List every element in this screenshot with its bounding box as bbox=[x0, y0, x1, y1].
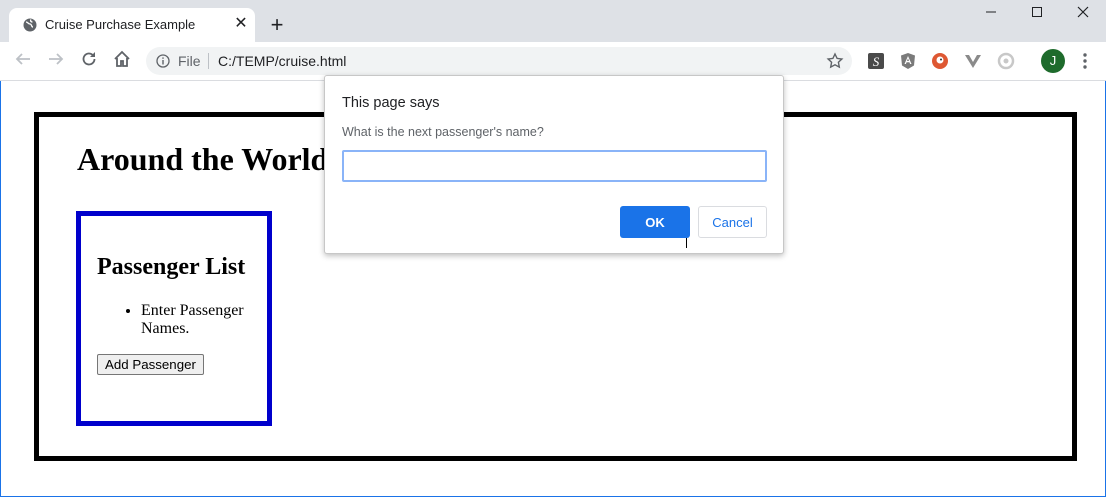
url-text[interactable]: C:/TEMP/cruise.html bbox=[218, 53, 346, 69]
angular-extension-icon[interactable] bbox=[899, 52, 917, 70]
passenger-list: Enter Passenger Names. bbox=[101, 302, 291, 338]
kebab-menu-icon[interactable] bbox=[1078, 52, 1092, 70]
tab-title: Cruise Purchase Example bbox=[45, 17, 196, 32]
extension-s-icon[interactable]: S bbox=[867, 52, 885, 70]
minimize-icon[interactable] bbox=[968, 6, 1014, 24]
info-icon[interactable] bbox=[156, 54, 170, 68]
passenger-name-input[interactable] bbox=[342, 150, 767, 182]
svg-text:S: S bbox=[873, 54, 880, 69]
list-item: Enter Passenger Names. bbox=[141, 302, 291, 338]
page-title: Around the World bbox=[77, 141, 329, 177]
maximize-icon[interactable] bbox=[1014, 6, 1060, 24]
back-arrow-icon[interactable] bbox=[11, 50, 35, 72]
passenger-list-heading: Passenger List bbox=[97, 254, 246, 280]
cancel-button[interactable]: Cancel bbox=[698, 206, 767, 238]
circle-extension-icon[interactable] bbox=[997, 52, 1015, 70]
omnibox-divider bbox=[208, 53, 209, 69]
new-tab-icon[interactable]: + bbox=[266, 14, 288, 36]
tab-strip: Cruise Purchase Example ✕ + bbox=[0, 0, 1106, 42]
vue-devtools-icon[interactable] bbox=[964, 52, 982, 70]
passenger-panel: Passenger List Enter Passenger Names. Ad… bbox=[76, 211, 272, 426]
dialog-title: This page says bbox=[342, 95, 440, 111]
prompt-dialog: This page says What is the next passenge… bbox=[324, 75, 784, 254]
add-passenger-button[interactable]: Add Passenger bbox=[97, 354, 204, 375]
dialog-message: What is the next passenger's name? bbox=[342, 125, 544, 139]
tab-close-icon[interactable]: ✕ bbox=[231, 14, 251, 34]
duckduckgo-icon[interactable] bbox=[931, 52, 949, 70]
url-scheme-label: File bbox=[178, 53, 201, 69]
close-window-icon[interactable] bbox=[1060, 6, 1106, 24]
profile-avatar[interactable]: J bbox=[1041, 49, 1065, 73]
tab-cruise-purchase[interactable]: Cruise Purchase Example ✕ bbox=[9, 8, 255, 42]
reload-icon[interactable] bbox=[77, 50, 101, 72]
ok-button[interactable]: OK bbox=[620, 206, 690, 238]
address-bar[interactable]: File C:/TEMP/cruise.html bbox=[146, 47, 852, 75]
forward-arrow-icon[interactable] bbox=[44, 50, 68, 72]
globe-icon bbox=[23, 18, 37, 32]
bookmark-star-icon[interactable] bbox=[826, 52, 844, 70]
home-icon[interactable] bbox=[110, 50, 134, 72]
